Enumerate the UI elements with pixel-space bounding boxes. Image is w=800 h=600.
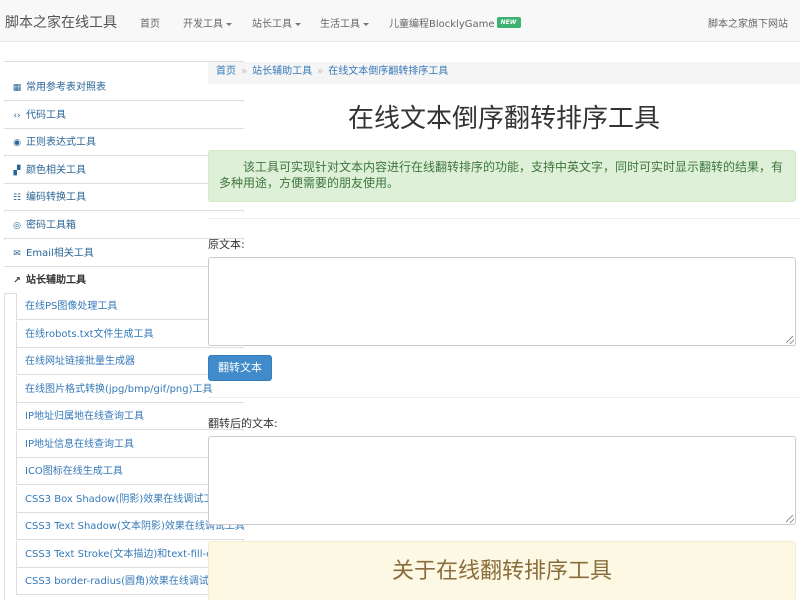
- sidebar-item-label: 密码工具箱: [26, 220, 76, 231]
- target-icon: ◉: [13, 138, 21, 149]
- new-badge: NEW: [496, 17, 521, 28]
- nav-blockly-game[interactable]: 儿童编程BlocklyGame NEW: [389, 15, 521, 31]
- nav-dev-tools-label: 开发工具: [183, 19, 223, 30]
- nav-webmaster-tools[interactable]: 站长工具: [252, 15, 301, 30]
- sidebar-item-label: 站长辅助工具: [26, 275, 86, 287]
- sidebar-item-label: 编码转换工具: [26, 192, 86, 204]
- breadcrumb-current[interactable]: 在线文本倒序翻转排序工具: [328, 66, 448, 77]
- source-text-label: 原文本:: [208, 238, 245, 251]
- resize-grip-icon[interactable]: [786, 336, 794, 344]
- nav-blockly-game-label: 儿童编程BlocklyGame: [389, 19, 495, 30]
- sidebar-item-label: 正则表达式工具: [26, 137, 96, 149]
- nav-life-tools[interactable]: 生活工具: [320, 15, 369, 30]
- sidebar-item-label: 颜色相关工具: [26, 164, 86, 176]
- sidebar-item-label: Email相关工具: [26, 247, 94, 259]
- resize-grip-icon[interactable]: [786, 515, 794, 523]
- caret-down-icon: [295, 22, 301, 26]
- result-text-label: 翻转后的文本:: [208, 417, 278, 430]
- code-icon: ‹›: [13, 110, 21, 121]
- result-text-output[interactable]: [208, 436, 796, 525]
- nav-dev-tools[interactable]: 开发工具: [183, 15, 232, 30]
- breadcrumb-webmaster-tools[interactable]: 站长辅助工具: [252, 66, 312, 77]
- breadcrumb-separator: »: [241, 66, 248, 77]
- breadcrumb-home[interactable]: 首页: [216, 66, 236, 77]
- source-text-input[interactable]: [208, 257, 796, 346]
- cubes-icon: ☷: [12, 193, 22, 204]
- table-icon: ▦: [12, 83, 22, 93]
- envelope-icon: ✉: [13, 248, 21, 259]
- share-icon: ↗: [13, 276, 21, 287]
- reverse-text-button[interactable]: 翻转文本: [208, 355, 272, 381]
- color-squares-icon: ▞: [13, 165, 21, 176]
- caret-down-icon: [363, 22, 369, 26]
- top-navbar: 脚本之家在线工具 首页 开发工具 站长工具 生活工具 儿童编程BlocklyGa…: [0, 0, 800, 42]
- sidebar-item-label: 常用参考表对照表: [26, 82, 106, 93]
- divider: [208, 397, 800, 398]
- nav-webmaster-tools-label: 站长工具: [252, 19, 292, 30]
- site-brand[interactable]: 脚本之家在线工具: [5, 12, 117, 32]
- about-panel-heading: 关于在线翻转排序工具: [208, 541, 796, 600]
- sidebar-item-label: 代码工具: [26, 109, 66, 121]
- page-title: 在线文本倒序翻转排序工具: [347, 104, 660, 134]
- nav-home-label: 首页: [140, 19, 160, 30]
- breadcrumb-separator: »: [317, 66, 324, 77]
- sidebar-item[interactable]: ◎ 密码工具箱: [4, 212, 244, 239]
- caret-down-icon: [226, 22, 232, 26]
- breadcrumb: 首页 » 站长辅助工具 » 在线文本倒序翻转排序工具: [208, 62, 800, 84]
- nav-home[interactable]: 首页: [140, 15, 160, 30]
- nav-life-tools-label: 生活工具: [320, 19, 360, 30]
- description-alert: 该工具可实现针对文本内容进行在线翻转排序的功能，支持中英文字，同时可实时显示翻转…: [208, 150, 796, 202]
- divider: [208, 218, 800, 219]
- nav-network-sites[interactable]: 脚本之家旗下网站: [708, 15, 788, 30]
- lock-circle-icon: ◎: [13, 221, 21, 231]
